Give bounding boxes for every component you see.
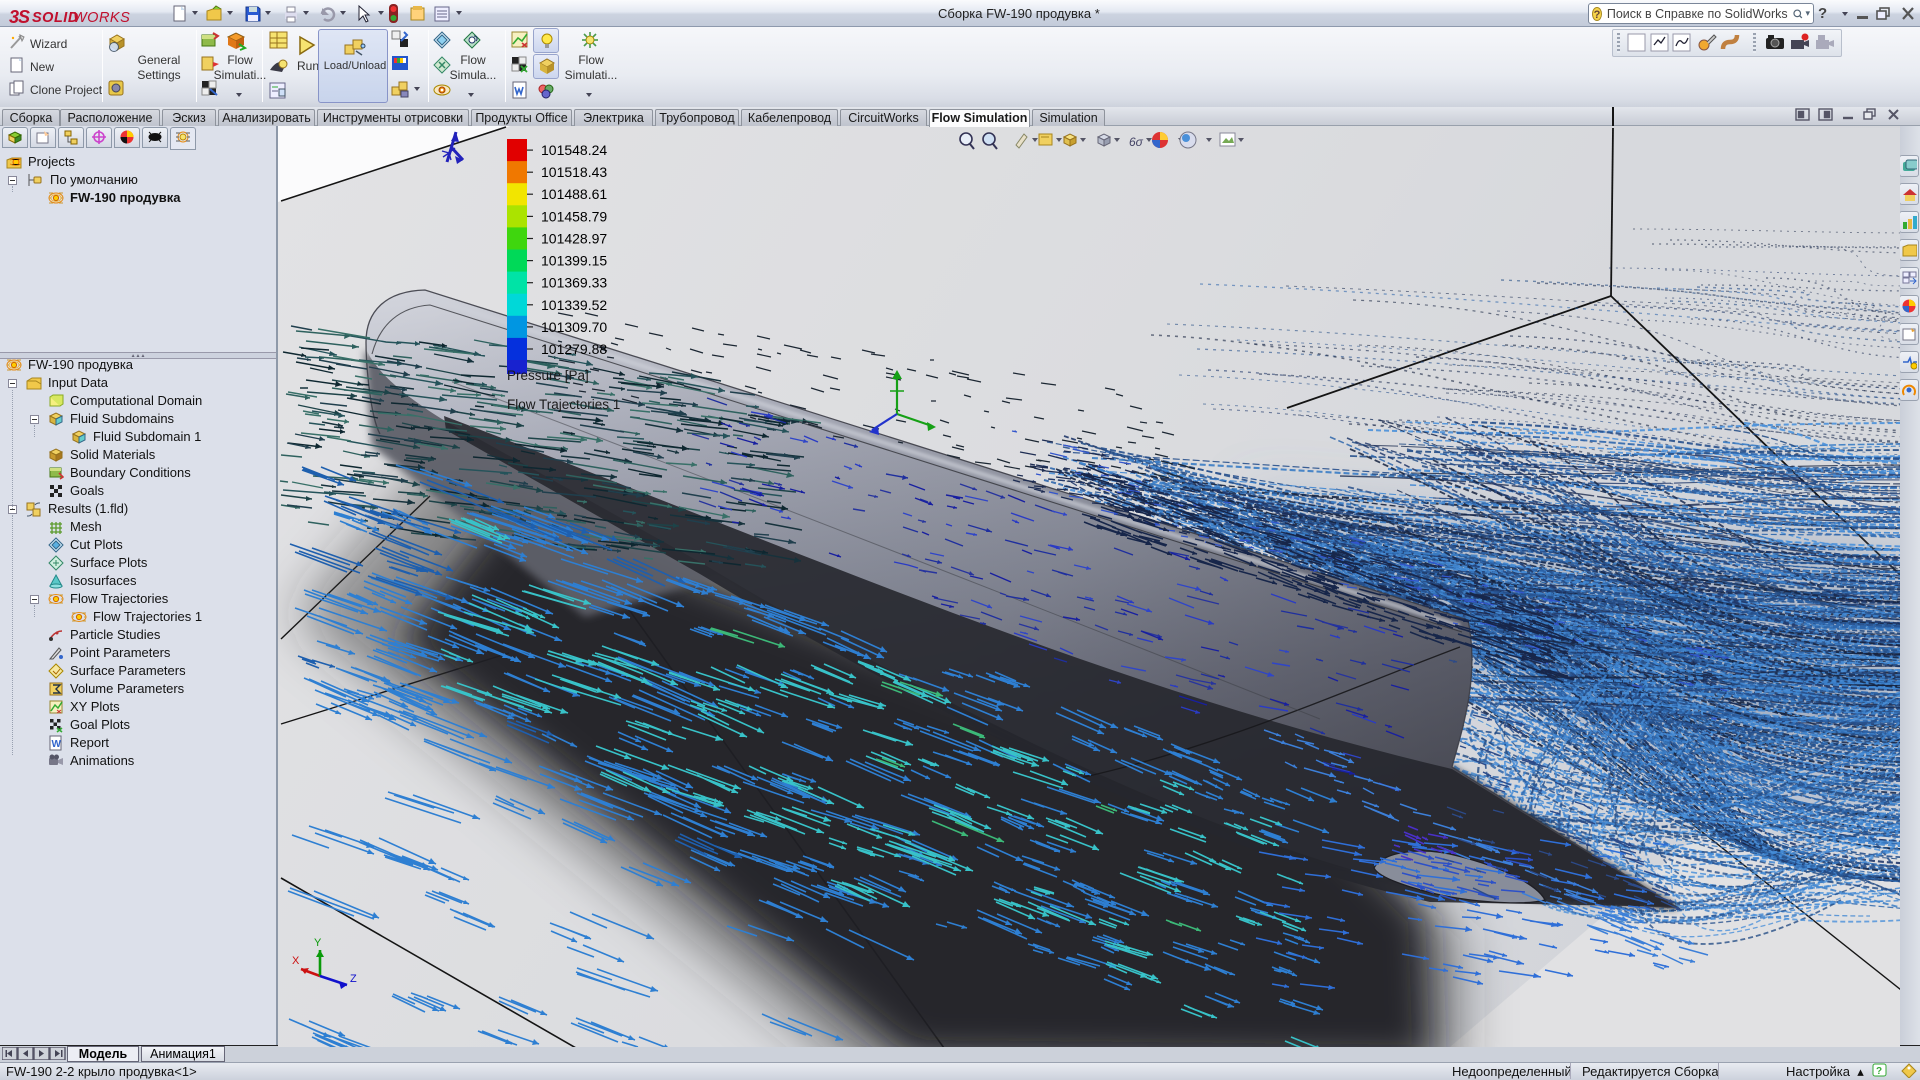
svg-text:101458.79: 101458.79	[541, 208, 607, 224]
svg-text:W: W	[52, 739, 62, 750]
svg-text:101518.43: 101518.43	[541, 164, 607, 180]
svg-text:Z: Z	[350, 973, 357, 985]
svg-text:101548.24: 101548.24	[541, 142, 607, 158]
svg-text:Flow Trajectories 1: Flow Trajectories 1	[507, 397, 620, 412]
svg-text:6σ: 6σ	[1129, 135, 1144, 149]
svg-text:101488.61: 101488.61	[541, 186, 607, 202]
svg-text:101399.15: 101399.15	[541, 253, 607, 269]
svg-text:X: X	[292, 955, 300, 967]
svg-text:101428.97: 101428.97	[541, 231, 607, 247]
svg-text:Y: Y	[314, 937, 322, 949]
svg-text:101279.88: 101279.88	[541, 341, 607, 357]
svg-text:101339.52: 101339.52	[541, 297, 607, 313]
svg-text:101369.33: 101369.33	[541, 275, 607, 291]
svg-text:?: ?	[1876, 1066, 1882, 1077]
svg-text:101309.70: 101309.70	[541, 319, 607, 335]
svg-text:Pressure [Pa]: Pressure [Pa]	[507, 368, 589, 383]
